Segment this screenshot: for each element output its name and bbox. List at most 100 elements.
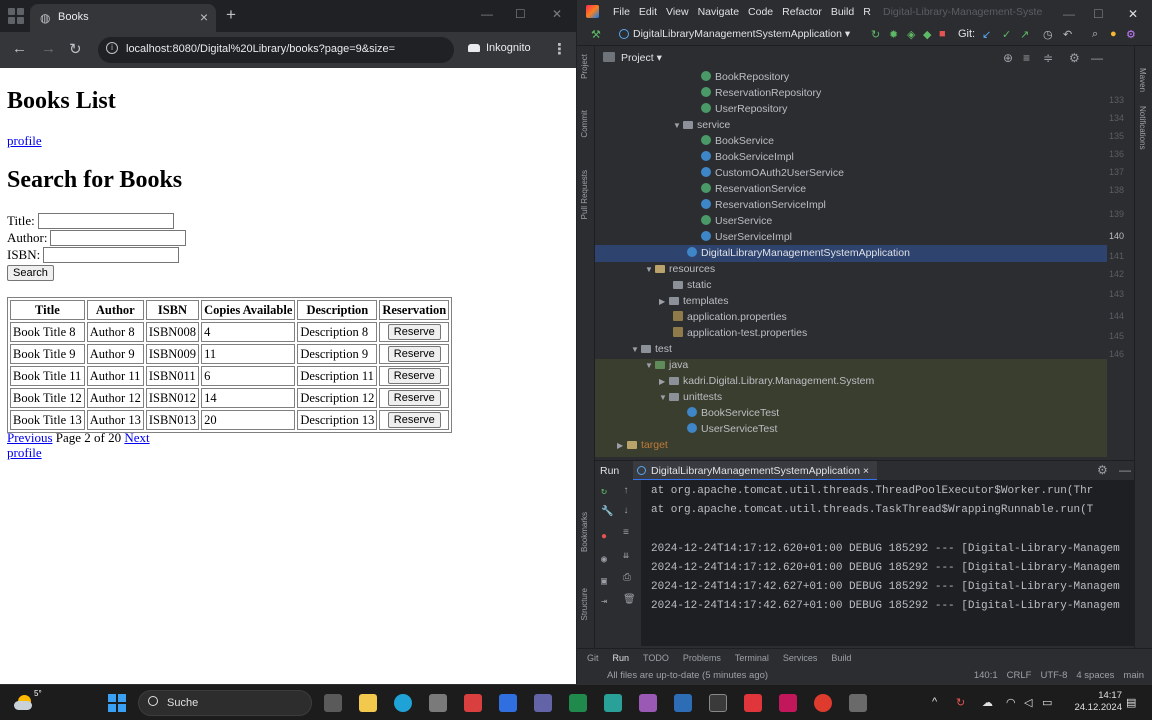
reserve-button[interactable]: Reserve: [387, 346, 441, 362]
soft-wrap-icon[interactable]: ≡: [623, 528, 629, 539]
git-push-icon[interactable]: ↗: [1020, 28, 1029, 41]
title-input[interactable]: [37, 212, 174, 229]
git-commit-icon[interactable]: ✓: [1002, 28, 1011, 41]
chevron-down-icon[interactable]: ▼: [659, 393, 669, 402]
maximize-icon[interactable]: ☐: [515, 7, 526, 21]
tree-node-folder[interactable]: ▶ target: [617, 439, 668, 455]
coverage-icon[interactable]: ◈: [907, 28, 915, 41]
back-icon[interactable]: ←: [12, 40, 27, 57]
tree-node-folder[interactable]: ▼ test: [631, 343, 672, 359]
incognito-indicator[interactable]: Inkognito: [468, 42, 531, 54]
history-icon[interactable]: ◷: [1043, 28, 1053, 41]
settings-icon[interactable]: ⚙: [1126, 28, 1136, 41]
tree-node-folder[interactable]: ▼ service: [673, 119, 730, 135]
reserve-button[interactable]: Reserve: [387, 412, 441, 428]
battery-icon[interactable]: ▭: [1042, 696, 1052, 709]
tool-tab-todo[interactable]: TODO: [643, 653, 669, 663]
tool-window-commit[interactable]: Commit: [580, 110, 589, 138]
reserve-button[interactable]: Reserve: [387, 368, 441, 384]
line-separator[interactable]: CRLF: [1007, 670, 1032, 681]
minimize-icon[interactable]: —: [481, 7, 493, 21]
menu-build[interactable]: Build: [831, 6, 854, 18]
teams-icon[interactable]: [534, 694, 552, 712]
chevron-down-icon[interactable]: ▼: [673, 121, 683, 130]
wifi-icon[interactable]: ◠: [1006, 696, 1016, 709]
tree-node[interactable]: CustomOAuth2UserService: [701, 167, 844, 183]
trash-icon[interactable]: 🗑: [623, 594, 636, 606]
chevron-right-icon[interactable]: ▶: [617, 441, 627, 450]
tool-tab-services[interactable]: Services: [783, 653, 818, 663]
author-input[interactable]: [50, 229, 187, 246]
exit-icon[interactable]: ⇥: [601, 596, 607, 608]
menu-code[interactable]: Code: [748, 6, 773, 18]
search-icon[interactable]: ⌕: [1092, 28, 1098, 41]
chrome-incognito-icon[interactable]: [849, 694, 867, 712]
menu-view[interactable]: View: [666, 6, 689, 18]
ide-update-icon[interactable]: ●: [1110, 28, 1117, 40]
address-bar[interactable]: i localhost:8080/Digital%20Library/books…: [98, 37, 454, 63]
next-page-link[interactable]: Next: [124, 430, 149, 445]
tree-node[interactable]: UserServiceImpl: [701, 231, 792, 247]
wrench-icon[interactable]: 🔧: [601, 506, 613, 518]
tab-search-icon[interactable]: [8, 8, 24, 24]
weather-widget[interactable]: 5°: [14, 689, 42, 712]
reload-icon[interactable]: ↻: [69, 40, 82, 58]
new-tab-icon[interactable]: +: [226, 5, 236, 25]
search-button[interactable]: Search: [7, 265, 54, 281]
collapse-all-icon[interactable]: ≑: [1043, 51, 1053, 65]
menu-file[interactable]: File: [613, 6, 630, 18]
reserve-button[interactable]: Reserve: [387, 390, 441, 406]
tree-node-folder[interactable]: ▶ templates: [659, 295, 729, 311]
tree-node[interactable]: application.properties: [673, 311, 787, 327]
panel-options-icon[interactable]: ⚙: [1069, 51, 1080, 65]
indent-setting[interactable]: 4 spaces: [1076, 670, 1114, 681]
tree-node-folder[interactable]: ▼ java: [645, 359, 688, 375]
tool-window-maven[interactable]: Maven: [1138, 68, 1147, 92]
menu-refactor[interactable]: Refactor: [782, 6, 822, 18]
task-view-icon[interactable]: [324, 694, 342, 712]
locate-file-icon[interactable]: ⊕: [1003, 51, 1013, 65]
browser-tab-books[interactable]: ◍ Books ×: [30, 4, 216, 32]
notification-icon[interactable]: ▤: [1126, 696, 1136, 709]
tree-node[interactable]: BookServiceImpl: [701, 151, 794, 167]
tool-window-pull-requests[interactable]: Pull Requests: [580, 170, 589, 219]
terminal-icon[interactable]: [709, 694, 727, 712]
ide-minimize-icon[interactable]: —: [1063, 7, 1075, 21]
caret-position[interactable]: 140:1: [974, 670, 998, 681]
dropbox-icon[interactable]: [499, 694, 517, 712]
stop-icon[interactable]: ■: [939, 28, 946, 40]
app-icon[interactable]: [639, 694, 657, 712]
tool-window-structure[interactable]: Structure: [580, 588, 589, 620]
chevron-down-icon[interactable]: ▼: [631, 345, 641, 354]
tree-node[interactable]: application-test.properties: [673, 327, 807, 343]
run-panel-hide-icon[interactable]: —: [1119, 463, 1131, 477]
run-tab-app[interactable]: DigitalLibraryManagementSystemApplicatio…: [633, 461, 877, 481]
tree-node[interactable]: ReservationService: [701, 183, 806, 199]
intellij-taskbar-icon[interactable]: [779, 694, 797, 712]
rerun-icon[interactable]: ↻: [601, 486, 607, 498]
menu-edit[interactable]: Edit: [639, 6, 657, 18]
run-panel-settings-icon[interactable]: ⚙: [1097, 463, 1108, 477]
site-info-icon[interactable]: i: [106, 42, 118, 54]
print-icon[interactable]: ⎙: [623, 572, 631, 584]
scroll-down-icon[interactable]: ↓: [623, 506, 629, 517]
file-explorer-icon[interactable]: [359, 694, 377, 712]
tree-node-folder[interactable]: ▼ resources: [645, 263, 715, 279]
tree-node-folder[interactable]: ▼ unittests: [659, 391, 722, 407]
project-panel-title[interactable]: Project ▾: [621, 52, 662, 64]
tree-node-selected[interactable]: DigitalLibraryManagementSystemApplicatio…: [687, 247, 910, 263]
tree-node[interactable]: ReservationRepository: [701, 87, 821, 103]
tool-tab-build[interactable]: Build: [831, 653, 851, 663]
rollback-icon[interactable]: ↶: [1063, 28, 1072, 41]
camera-icon[interactable]: ◉: [601, 554, 607, 566]
tray-overflow-icon[interactable]: ^: [932, 696, 937, 708]
run-console[interactable]: ↻ ↑ 🔧 ↓ ● ≡ ◉ ⇊ ▣ ⎙ ⇥ 🗑 at org.apache.to…: [595, 480, 1134, 646]
volume-icon[interactable]: ◁: [1024, 696, 1032, 709]
security-tray-icon[interactable]: ↻: [956, 696, 965, 709]
ide-maximize-icon[interactable]: ☐: [1093, 7, 1104, 21]
run-configuration-selector[interactable]: DigitalLibraryManagementSystemApplicatio…: [619, 28, 850, 40]
browser-menu-icon[interactable]: ⋮: [552, 40, 567, 58]
tree-node[interactable]: UserService: [701, 215, 772, 231]
tool-tab-run[interactable]: Run: [613, 653, 630, 663]
tool-window-notifications[interactable]: Notifications: [1138, 106, 1147, 150]
